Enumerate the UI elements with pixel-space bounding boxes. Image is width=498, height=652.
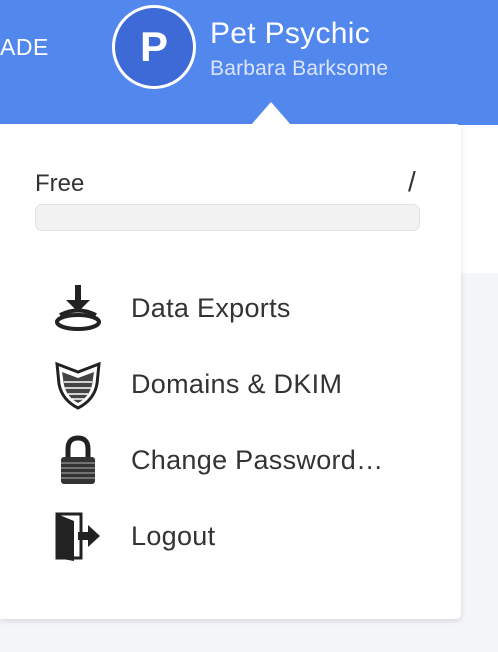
logout-icon [52,510,104,562]
download-icon [52,282,104,334]
menu-item-data-exports[interactable]: Data Exports [0,270,461,346]
dropdown-caret [251,102,291,125]
upgrade-link[interactable]: ADE [0,34,49,61]
menu-item-logout[interactable]: Logout [0,498,461,574]
menu-item-label: Logout [131,520,216,551]
menu-item-label: Data Exports [131,292,291,323]
plan-label: Free [35,170,85,197]
avatar[interactable]: P [112,5,196,89]
top-bar: ADE P Pet Psychic Barbara Barksome [0,0,498,125]
menu-item-label: Domains & DKIM [131,368,343,399]
lock-icon [52,434,104,486]
menu-item-change-password[interactable]: Change Password… [0,422,461,498]
plan-usage-ratio: / [408,166,416,197]
account-name[interactable]: Pet Psychic [210,17,370,51]
menu-item-label: Change Password… [131,444,384,475]
shield-icon [52,358,104,410]
user-name[interactable]: Barbara Barksome [210,57,388,81]
plan-usage-bar [35,204,420,231]
menu-item-domains-dkim[interactable]: Domains & DKIM [0,346,461,422]
